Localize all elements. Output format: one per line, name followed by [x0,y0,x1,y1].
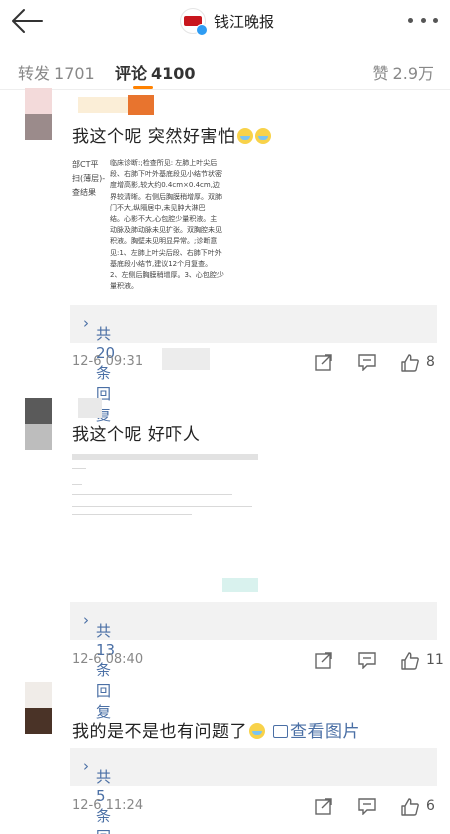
avatar[interactable] [25,398,52,450]
tab-likes[interactable]: 赞 2.9万 [373,60,434,84]
tab-repost[interactable]: 转发 1701 [18,60,95,84]
top-bar: 钱江晚报 [0,0,450,44]
account-name[interactable]: 钱江晚报 [214,11,274,32]
comment-actions: 8 [0,353,450,377]
comment-text: 我的是不是也有问题了 查看图片 [72,722,360,742]
crying-emoji-icon [249,723,265,739]
comment-image[interactable] [72,450,260,595]
comment-icon[interactable] [358,353,376,371]
like-count: 6 [426,798,435,814]
share-icon[interactable] [315,797,333,815]
replies-button[interactable]: 共13条回复 › [70,602,437,721]
blurred-username [78,97,128,113]
view-image-link[interactable]: 查看图片 [265,722,360,742]
account-avatar[interactable] [180,8,208,36]
like-icon[interactable] [400,797,420,817]
comment-icon[interactable] [358,797,376,815]
comment-text: 我这个呢 突然好害怕 [72,122,272,147]
image-icon [273,725,288,738]
crying-emoji-icon [237,128,254,144]
comment-icon[interactable] [358,651,376,669]
account-header[interactable]: 钱江晚报 [180,8,274,36]
crying-emoji-icon [255,128,272,144]
replies-button[interactable]: 共20条回复 › [70,305,437,424]
share-icon[interactable] [315,353,333,371]
like-count: 11 [426,652,444,668]
comment-actions: 6 [0,797,450,821]
comment-actions: 11 [0,651,450,675]
like-icon[interactable] [400,651,420,671]
comment-image[interactable]: 部CT平 扫(薄层)- 查结果 临床诊断:;检查所见: 左肺上叶尖后 段、右肺下… [72,152,240,292]
verified-badge-icon [196,24,208,36]
like-icon[interactable] [400,353,420,373]
avatar[interactable] [25,682,52,734]
avatar[interactable] [25,88,52,140]
more-options-icon[interactable] [408,18,438,26]
replies-button[interactable]: 共5条回复 › [70,748,437,834]
stats-bar: 转发 1701 评论 4100 赞 2.9万 [0,50,450,90]
blurred-username [128,95,154,115]
back-arrow-icon[interactable] [10,6,44,36]
like-count: 8 [426,354,435,370]
comment-text: 我这个呢 好吓人 [72,425,201,445]
share-icon[interactable] [315,651,333,669]
active-tab-indicator [133,86,153,89]
blurred-username [78,398,102,418]
